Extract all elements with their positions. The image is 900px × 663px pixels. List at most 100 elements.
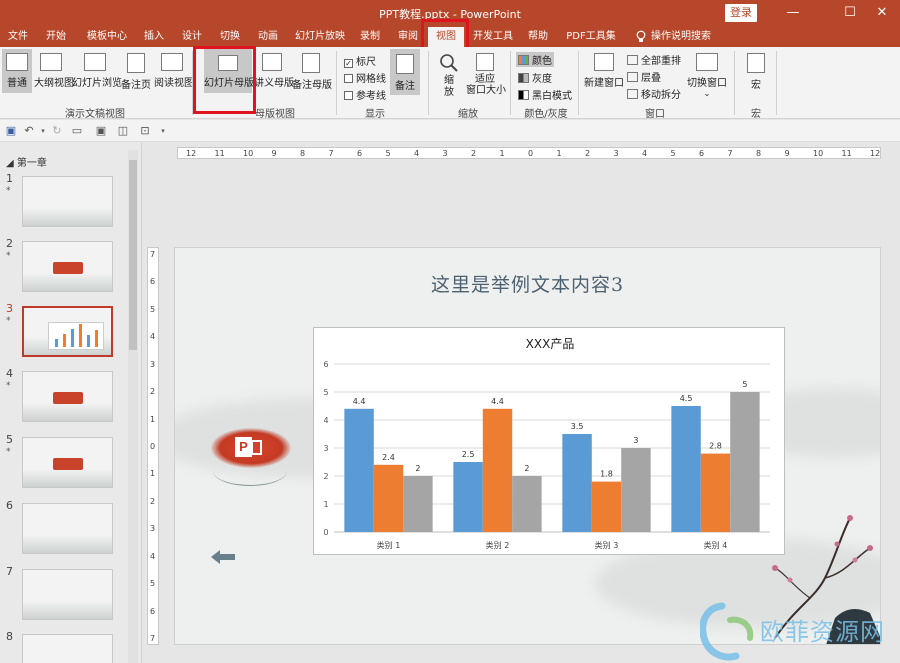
tab-developer[interactable]: 开发工具 xyxy=(470,27,516,47)
slide-thumbnail[interactable] xyxy=(22,241,113,292)
reading-view-button[interactable]: 阅读视图 xyxy=(154,49,194,93)
slide-thumbnail[interactable] xyxy=(22,503,113,554)
data-label: 2 xyxy=(415,464,420,473)
tab-insert[interactable]: 插入 xyxy=(140,27,168,47)
tab-record[interactable]: 录制 xyxy=(356,27,384,47)
notes-button[interactable]: 备注 xyxy=(390,49,420,95)
zoom-button[interactable]: 缩放 xyxy=(434,49,464,99)
presenter-icon[interactable]: ⊡ xyxy=(138,124,152,138)
normal-view-button[interactable]: 普通 xyxy=(2,49,32,93)
slide-thumbnail[interactable] xyxy=(22,176,113,227)
y-tick-label: 5 xyxy=(323,388,328,397)
notes-page-icon xyxy=(127,53,145,73)
start-slideshow-icon[interactable]: ▭ xyxy=(70,124,84,138)
separator xyxy=(192,51,193,115)
macros-button[interactable]: 宏 xyxy=(742,49,770,99)
bar xyxy=(512,476,542,532)
data-label: 2.4 xyxy=(382,453,395,462)
tab-design[interactable]: 设计 xyxy=(178,27,206,47)
move-split-button[interactable]: 移动拆分 xyxy=(627,86,681,101)
ruler-tick: 4 xyxy=(414,149,420,158)
y-tick-label: 3 xyxy=(323,444,328,453)
new-window-button[interactable]: 新建窗口 xyxy=(584,49,624,95)
tab-slideshow[interactable]: 幻灯片放映 xyxy=(292,27,348,47)
separator xyxy=(428,51,429,115)
data-label: 4.4 xyxy=(491,397,504,406)
notes-master-button[interactable]: 备注母版 xyxy=(292,49,332,93)
ribbon-tabs: 文件 开始 模板中心 插入 设计 切换 动画 幻灯片放映 录制 审阅 视图 开发… xyxy=(0,27,900,69)
slide-canvas[interactable]: 这里是举例文本内容3 P XXX产品 0 1 2 3 4 5 6 4.4 2.4 2 类别 1 2.5 4… xyxy=(174,247,881,645)
cascade-button[interactable]: 层叠 xyxy=(627,69,661,84)
touch-mode-icon[interactable]: ◫ xyxy=(116,124,130,138)
notes-page-button[interactable]: 备注页 xyxy=(120,49,152,93)
thumb-number: 1 xyxy=(6,172,13,185)
save-icon[interactable]: ▣ xyxy=(4,124,18,138)
switch-window-button[interactable]: 切换窗口 ⌄ xyxy=(686,49,728,99)
guides-checkbox[interactable]: 参考线 xyxy=(344,87,386,102)
undo-dropdown-icon[interactable]: ▾ xyxy=(36,124,50,138)
tab-view[interactable]: 视图 xyxy=(428,27,464,47)
handout-master-button[interactable]: 讲义母版 xyxy=(254,49,294,93)
arrange-icon xyxy=(627,55,638,65)
vertical-ruler: 7 6 5 4 3 2 1 0 1 2 3 4 5 6 7 xyxy=(147,247,159,645)
slide-master-button[interactable]: 幻灯片母版 xyxy=(204,49,254,93)
separator xyxy=(578,51,579,115)
slide-thumbnail[interactable] xyxy=(22,306,113,357)
ruler-tick: 5 xyxy=(150,579,156,589)
ruler-tick: 10 xyxy=(243,149,254,158)
thumbnail-scrollbar[interactable] xyxy=(128,150,138,663)
x-tick-label: 类别 1 xyxy=(377,540,401,550)
tab-animations[interactable]: 动画 xyxy=(254,27,282,47)
tab-help[interactable]: 帮助 xyxy=(524,27,552,47)
ruler-tick: 8 xyxy=(756,149,762,158)
switch-window-icon xyxy=(696,53,718,71)
x-tick-label: 类别 2 xyxy=(486,540,510,550)
tab-file[interactable]: 文件 xyxy=(4,27,32,47)
thumb-number: 8 xyxy=(6,630,13,643)
slide-thumbnail[interactable] xyxy=(22,634,113,663)
data-label: 2 xyxy=(524,464,529,473)
section-header[interactable]: ◢ 第一章 xyxy=(6,154,47,169)
ruler-tick: 3 xyxy=(150,524,156,534)
gridlines-checkbox[interactable]: 网格线 xyxy=(344,70,386,85)
customize-qat-icon[interactable]: ▾ xyxy=(156,124,170,138)
ruler-tick: 1 xyxy=(499,149,505,158)
black-white-icon xyxy=(518,90,529,100)
redo-icon[interactable]: ↻ xyxy=(50,124,64,138)
outline-view-button[interactable]: 大纲视图 xyxy=(34,49,74,93)
color-icon xyxy=(518,55,529,65)
ruler-tick: 5 xyxy=(385,149,391,158)
bar-chart[interactable]: XXX产品 0 1 2 3 4 5 6 4.4 2.4 2 类别 1 2.5 4.4 2 类别 2 3.5 1.8… xyxy=(314,328,786,556)
arrange-all-button[interactable]: 全部重排 xyxy=(627,52,681,67)
tab-templates[interactable]: 模板中心 xyxy=(84,27,130,47)
login-button[interactable]: 登录 xyxy=(725,4,757,22)
slide-thumbnail[interactable] xyxy=(22,437,113,488)
tab-pdf[interactable]: PDF工具集 xyxy=(564,27,618,47)
fit-to-window-button[interactable]: 适应 窗口大小 xyxy=(466,49,506,99)
tell-me-search[interactable]: 操作说明搜索 xyxy=(650,27,712,47)
ruler-tick: 3 xyxy=(150,359,156,369)
chart-title: XXX产品 xyxy=(526,337,575,351)
scrollbar-thumb[interactable] xyxy=(129,160,137,350)
close-button[interactable]: ✕ xyxy=(864,0,900,27)
color-button[interactable]: 颜色 xyxy=(516,52,554,67)
tab-home[interactable]: 开始 xyxy=(42,27,70,47)
chart-container[interactable]: XXX产品 0 1 2 3 4 5 6 4.4 2.4 2 类别 1 2.5 4.4 2 类别 2 3.5 1.8… xyxy=(313,327,785,555)
ruler-tick: 12 xyxy=(186,149,197,158)
slide-title[interactable]: 这里是举例文本内容3 xyxy=(175,270,880,297)
back-arrow-icon[interactable] xyxy=(211,550,235,564)
tab-transitions[interactable]: 切换 xyxy=(216,27,244,47)
ruler-checkbox[interactable]: ✓ 标尺 xyxy=(344,53,376,68)
black-white-button[interactable]: 黑白模式 xyxy=(518,87,572,102)
slide-thumbnail[interactable] xyxy=(22,569,113,620)
maximize-button[interactable]: ☐ xyxy=(832,0,868,27)
ruler-tick: 3 xyxy=(442,149,448,158)
from-beginning-icon[interactable]: ▣ xyxy=(94,124,108,138)
tab-review[interactable]: 审阅 xyxy=(394,27,422,47)
undo-icon[interactable]: ↶ xyxy=(22,124,36,138)
slide-thumbnail[interactable] xyxy=(22,371,113,422)
bar xyxy=(482,408,513,532)
minimize-button[interactable]: — xyxy=(775,0,811,27)
slide-sorter-button[interactable]: 幻灯片浏览 xyxy=(72,49,122,93)
grayscale-button[interactable]: 灰度 xyxy=(518,70,552,85)
